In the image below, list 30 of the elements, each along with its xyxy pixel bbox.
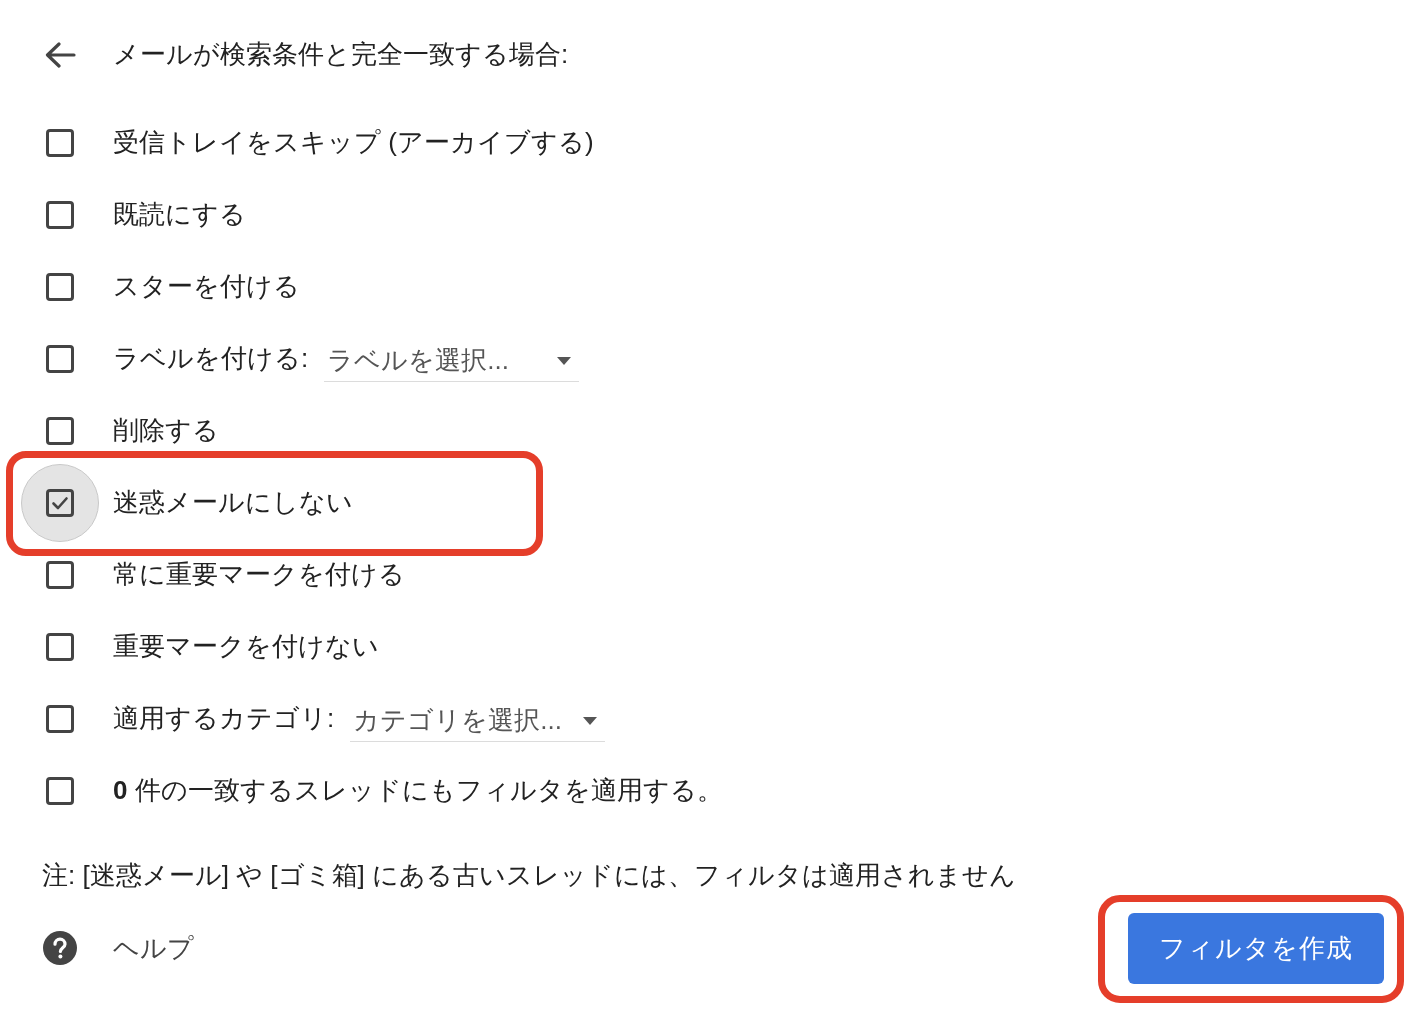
checkbox[interactable] <box>46 705 74 733</box>
option-label: 常に重要マークを付ける <box>113 558 405 592</box>
dropdown[interactable]: カテゴリを選択... <box>350 700 606 742</box>
back-arrow-icon[interactable] <box>44 42 76 68</box>
option-label: 削除する <box>113 414 219 448</box>
option-label: 重要マークを付けない <box>113 630 379 664</box>
option-label: 0 件の一致するスレッドにもフィルタを適用する。 <box>113 774 723 808</box>
checkbox[interactable] <box>46 129 74 157</box>
caret-icon <box>557 356 572 365</box>
caret-icon <box>583 716 598 725</box>
checkbox[interactable] <box>46 201 74 229</box>
option-label: ラベルを付ける: <box>113 342 309 376</box>
checkbox[interactable] <box>46 561 74 589</box>
dialog-title: メールが検索条件と完全一致する場合: <box>113 38 569 72</box>
option-label: 既読にする <box>113 198 246 232</box>
option-label: スターを付ける <box>113 270 300 304</box>
checkbox[interactable] <box>46 777 74 805</box>
option-label: 受信トレイをスキップ (アーカイブする) <box>113 126 594 160</box>
create-filter-button[interactable]: フィルタを作成 <box>1128 912 1384 984</box>
help-icon <box>43 931 77 966</box>
option-label: 迷惑メールにしない <box>113 486 353 520</box>
help-link[interactable]: ヘルプ <box>43 930 194 966</box>
checkbox[interactable] <box>46 633 74 661</box>
checkbox[interactable] <box>46 345 74 373</box>
dropdown[interactable]: ラベルを選択... <box>324 340 580 382</box>
checkbox[interactable] <box>46 273 74 301</box>
checkbox[interactable] <box>46 489 74 517</box>
option-label: 適用するカテゴリ: <box>113 702 335 736</box>
checkbox[interactable] <box>46 417 74 445</box>
note-text: 注: [迷惑メール] や [ゴミ箱] にある古いスレッドには、フィルタは適用されません <box>42 859 1016 892</box>
